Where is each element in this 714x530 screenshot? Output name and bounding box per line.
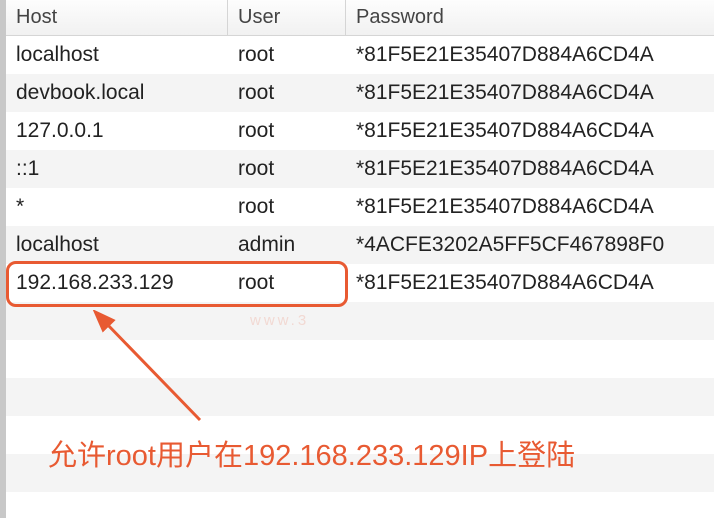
column-header-user[interactable]: User <box>228 0 346 35</box>
cell-password[interactable]: *81F5E21E35407D884A6CD4A <box>346 271 714 295</box>
table-row[interactable]: localhost admin *4ACFE3202A5FF5CF467898F… <box>6 226 714 264</box>
cell-host[interactable]: devbook.local <box>6 81 228 105</box>
cell-host[interactable]: 127.0.0.1 <box>6 119 228 143</box>
cell-host[interactable]: 192.168.233.129 <box>6 271 228 295</box>
table-row[interactable] <box>6 378 714 416</box>
cell-host[interactable]: ::1 <box>6 157 228 181</box>
table-row[interactable] <box>6 340 714 378</box>
annotation-text: 允许root用户在192.168.233.129IP上登陆 <box>48 432 575 474</box>
cell-password[interactable]: *81F5E21E35407D884A6CD4A <box>346 119 714 143</box>
cell-password[interactable]: *4ACFE3202A5FF5CF467898F0 <box>346 233 714 257</box>
cell-user[interactable]: root <box>228 195 346 219</box>
cell-password[interactable]: *81F5E21E35407D884A6CD4A <box>346 195 714 219</box>
table-row[interactable]: localhost root *81F5E21E35407D884A6CD4A <box>6 36 714 74</box>
cell-user[interactable]: admin <box>228 233 346 257</box>
cell-host[interactable]: localhost <box>6 43 228 67</box>
cell-host[interactable]: * <box>6 195 228 219</box>
cell-user[interactable]: root <box>228 271 346 295</box>
cell-host[interactable]: localhost <box>6 233 228 257</box>
column-header-password[interactable]: Password <box>346 0 714 35</box>
table-row[interactable]: ::1 root *81F5E21E35407D884A6CD4A <box>6 150 714 188</box>
table-row[interactable]: devbook.local root *81F5E21E35407D884A6C… <box>6 74 714 112</box>
cell-password[interactable]: *81F5E21E35407D884A6CD4A <box>346 157 714 181</box>
table-row[interactable] <box>6 492 714 530</box>
cell-user[interactable]: root <box>228 119 346 143</box>
table-row[interactable]: 127.0.0.1 root *81F5E21E35407D884A6CD4A <box>6 112 714 150</box>
cell-user[interactable]: root <box>228 43 346 67</box>
column-header-host[interactable]: Host <box>6 0 228 35</box>
table-header: Host User Password <box>6 0 714 36</box>
cell-password[interactable]: *81F5E21E35407D884A6CD4A <box>346 81 714 105</box>
cell-user[interactable]: root <box>228 81 346 105</box>
cell-user[interactable]: root <box>228 157 346 181</box>
cell-password[interactable]: *81F5E21E35407D884A6CD4A <box>346 43 714 67</box>
table-row[interactable]: 192.168.233.129 root *81F5E21E35407D884A… <box>6 264 714 302</box>
table-row[interactable]: * root *81F5E21E35407D884A6CD4A <box>6 188 714 226</box>
table-row[interactable] <box>6 302 714 340</box>
